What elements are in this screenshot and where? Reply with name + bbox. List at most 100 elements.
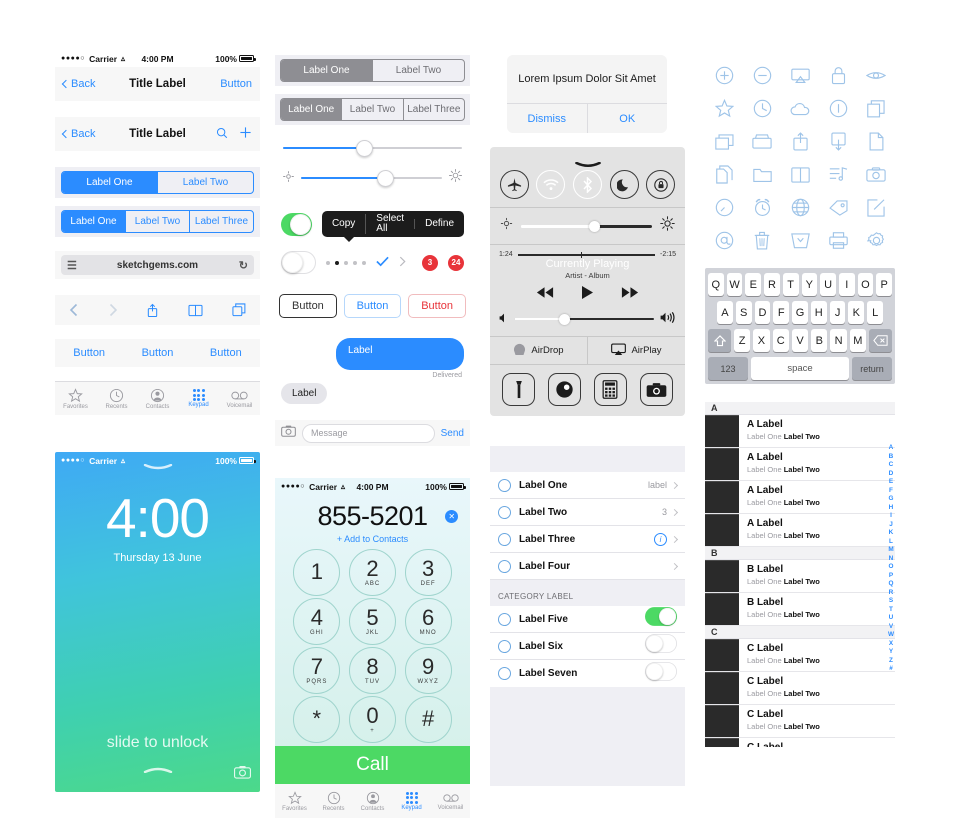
key-v[interactable]: V [792,329,808,352]
index-s[interactable]: S [889,597,893,606]
row-switch-off[interactable] [645,634,677,653]
index-o[interactable]: O [888,563,893,572]
return-key[interactable]: return [852,357,892,380]
bookmarks-icon[interactable] [188,304,203,317]
index-k[interactable]: K [889,529,894,538]
bar-button-1[interactable]: Button [142,347,174,359]
volume-track[interactable] [514,318,654,321]
space-key[interactable]: space [751,357,849,380]
page-dot-4[interactable] [362,261,366,265]
brightness-slider[interactable] [490,208,685,244]
book-icon[interactable] [785,165,815,184]
gear-icon[interactable] [861,231,891,250]
plus-icon[interactable] [239,126,252,142]
index-b[interactable]: B [889,453,894,462]
key-h[interactable]: H [811,301,827,324]
segment-0[interactable]: Label One [62,172,157,193]
index-l[interactable]: L [889,538,893,547]
callout-select-all[interactable]: Select All [365,214,414,234]
tray-icon[interactable] [747,132,777,151]
volume-knob[interactable] [559,314,570,325]
dial-key-9[interactable]: 9WXYZ [405,647,452,694]
key-w[interactable]: W [727,273,743,296]
lock-icon[interactable] [823,66,853,85]
index-i[interactable]: I [890,512,892,521]
minus-circle-icon[interactable] [747,66,777,85]
slider-brightness[interactable] [281,169,464,187]
flashlight-icon[interactable] [502,373,535,406]
dial-key-star[interactable]: * [293,696,340,743]
contact-row[interactable]: C LabelLabel One Label Two [705,639,895,672]
key-s[interactable]: S [736,301,752,324]
contact-row[interactable]: A LabelLabel One Label Two [705,448,895,481]
key-a[interactable]: A [717,301,733,324]
settings-row-label-five[interactable]: Label Five [490,606,685,633]
ok-button[interactable]: OK [587,104,668,133]
slider-track[interactable] [283,147,462,149]
index-w[interactable]: W [888,631,894,640]
button-red[interactable]: Button [408,294,466,318]
rewind-icon[interactable] [535,286,555,304]
plus-circle-icon[interactable] [709,66,739,85]
add-to-contacts-button[interactable]: + Add to Contacts [275,534,470,544]
call-button[interactable]: Call [275,746,470,784]
page-control[interactable] [326,261,366,265]
airplane-icon[interactable] [500,170,529,199]
index-c[interactable]: C [889,461,894,470]
dial-key-hash[interactable]: # [405,696,452,743]
tab-favorites[interactable]: Favorites [55,388,96,410]
switch-on[interactable] [281,213,312,236]
key-o[interactable]: O [858,273,874,296]
segmented-control-2[interactable]: Label One Label Two [61,171,254,194]
camera-icon[interactable] [861,165,891,184]
tab-keypad[interactable]: Keypad [392,792,431,811]
document-icon[interactable] [861,132,891,151]
volume-slider[interactable] [490,308,685,336]
alphabet-index[interactable]: A B C D E F G H I J K L M N O P Q R S T … [888,444,894,674]
dial-key-4[interactable]: 4GHI [293,598,340,645]
key-t[interactable]: T [783,273,799,296]
index-r[interactable]: R [889,589,894,598]
page-dot-3[interactable] [353,261,357,265]
clock-icon[interactable] [747,99,777,118]
trash-icon[interactable] [747,231,777,250]
share-icon[interactable] [146,303,159,318]
edit-callout-menu[interactable]: Copy Select All Define [322,211,464,237]
index-v[interactable]: V [889,623,893,632]
key-y[interactable]: Y [802,273,818,296]
key-x[interactable]: X [753,329,769,352]
tab-voicemail[interactable]: Voicemail [431,792,470,811]
contact-row[interactable]: B LabelLabel One Label Two [705,593,895,626]
key-l[interactable]: L [867,301,883,324]
key-g[interactable]: G [792,301,808,324]
callout-define[interactable]: Define [414,219,464,229]
send-button[interactable]: Send [441,428,464,439]
documents-icon[interactable] [709,165,739,184]
segmented-control-gray-3[interactable]: Label One Label Two Label Three [280,98,465,121]
index-h[interactable]: H [889,504,894,513]
index-u[interactable]: U [889,614,894,623]
segment-2[interactable]: Label Three [403,99,464,120]
key-q[interactable]: Q [708,273,724,296]
windows-icon[interactable] [709,132,739,151]
key-d[interactable]: D [755,301,771,324]
key-m[interactable]: M [850,329,866,352]
contact-row[interactable]: A LabelLabel One Label Two [705,514,895,547]
reader-icon[interactable]: ☰ [67,259,77,272]
shift-icon[interactable] [708,329,731,352]
segment-2[interactable]: Label Three [189,211,253,232]
switch-off[interactable] [281,251,316,274]
tab-recents[interactable]: Recents [96,388,137,410]
key-c[interactable]: C [773,329,789,352]
back-button[interactable]: Back [63,78,95,90]
key-f[interactable]: F [773,301,789,324]
slider-knob[interactable] [356,140,373,157]
airplay-button[interactable]: AirPlay [587,337,685,364]
segment-0[interactable]: Label One [62,211,125,232]
index-e[interactable]: E [889,478,893,487]
index-n[interactable]: N [889,555,894,564]
key-k[interactable]: K [848,301,864,324]
timer-icon[interactable] [548,373,581,406]
scrub-track[interactable] [518,254,655,256]
index-q[interactable]: Q [888,580,893,589]
